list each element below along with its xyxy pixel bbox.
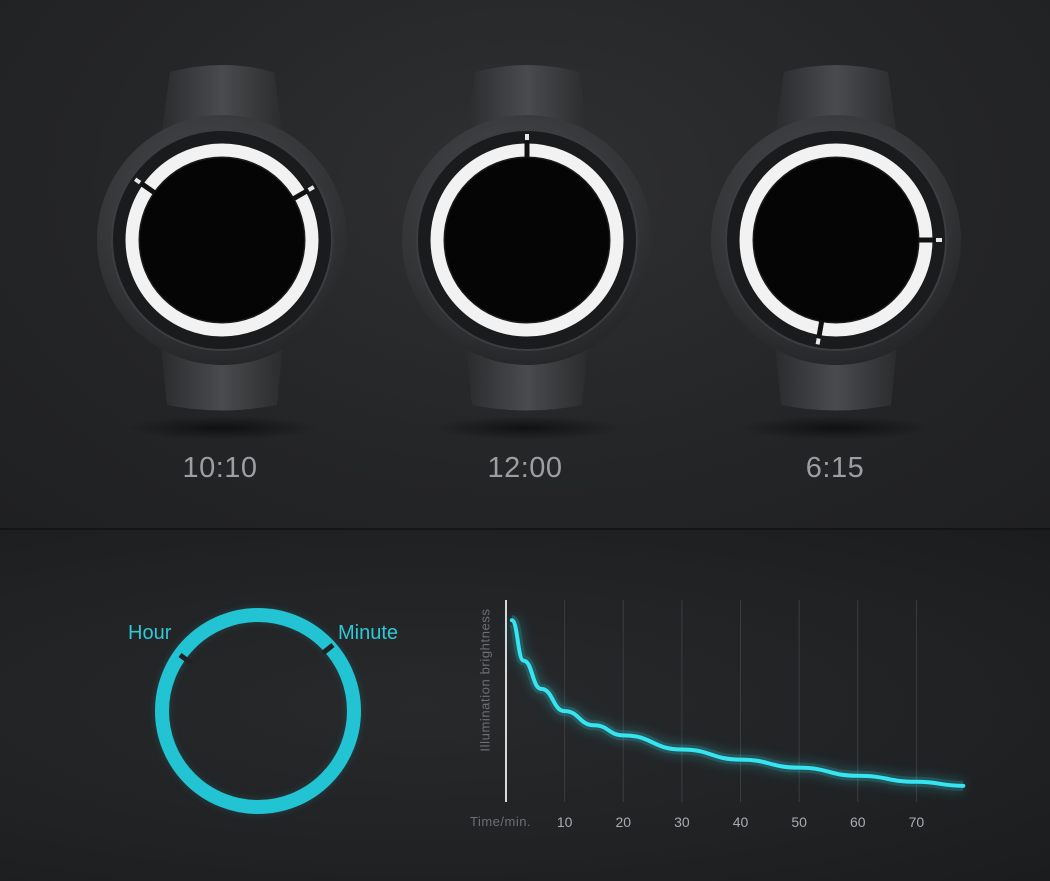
brightness-chart <box>505 600 966 802</box>
x-tick-label: 30 <box>674 814 690 830</box>
x-tick-label: 40 <box>732 814 749 830</box>
x-axis-label: Time/min. <box>470 814 532 829</box>
x-tick-label: 20 <box>615 814 632 830</box>
x-tick-label: 10 <box>556 814 573 830</box>
x-tick-label: 60 <box>849 814 866 830</box>
x-tick-label: 70 <box>908 814 925 830</box>
x-tick-label: 50 <box>791 814 807 830</box>
product-infographic: 10:10 12:00 6:15 Hour Minute Illuminatio… <box>0 0 1050 881</box>
y-axis-label: Illumination brightness <box>477 608 493 752</box>
brightness-series-line <box>509 618 966 788</box>
